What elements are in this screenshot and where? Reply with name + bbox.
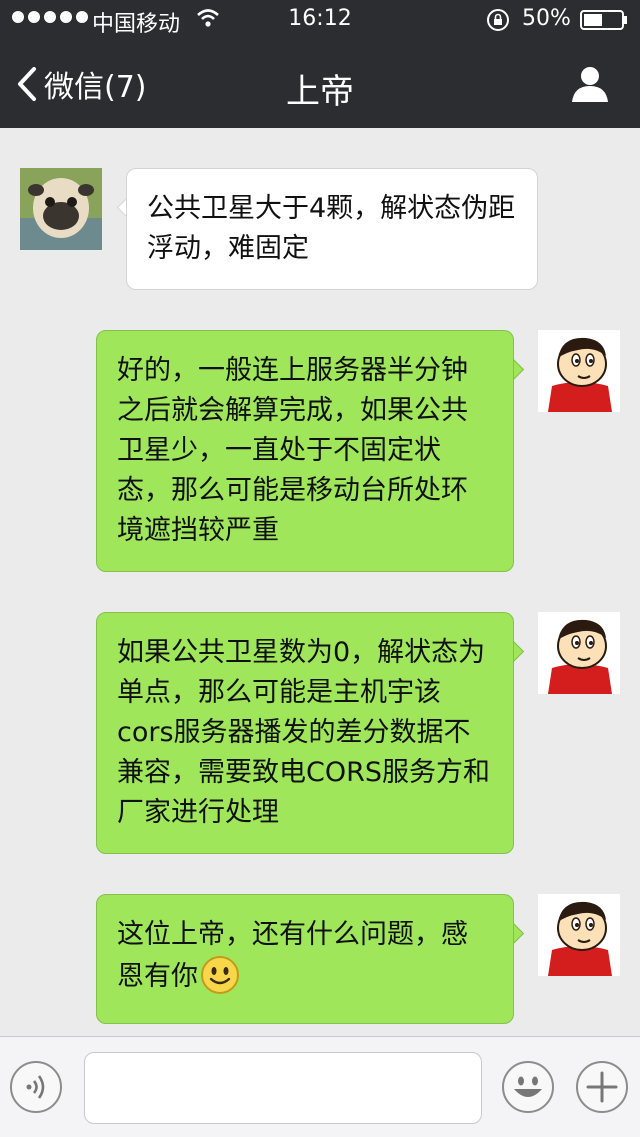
emoji-button[interactable] [502, 1061, 554, 1113]
more-button[interactable] [576, 1061, 628, 1113]
battery-icon [580, 10, 627, 30]
message-text: 这位上帝，还有什么问题，感恩有你 [117, 919, 468, 992]
plus-icon [586, 1071, 618, 1103]
my-avatar[interactable] [538, 330, 620, 412]
status-bar: 中国移动 16:12 50% [0, 0, 640, 40]
rotation-lock-icon [487, 9, 509, 31]
top-header: 中国移动 16:12 50% 微信(7) 上帝 [0, 0, 640, 128]
voice-button[interactable] [10, 1061, 62, 1113]
profile-icon[interactable] [570, 64, 610, 104]
my-avatar[interactable] [538, 612, 620, 694]
message-input[interactable] [84, 1052, 482, 1124]
my-avatar[interactable] [538, 894, 620, 976]
message-bubble-outgoing[interactable]: 好的，一般连上服务器半分钟之后就会解算完成，如果公共卫星少，一直处于不固定状态，… [96, 330, 514, 572]
emoji-icon [514, 1076, 542, 1097]
input-bar [0, 1036, 640, 1137]
smile-emoji-icon [201, 956, 239, 994]
message-bubble-outgoing[interactable]: 这位上帝，还有什么问题，感恩有你 [96, 894, 514, 1024]
nav-bar: 微信(7) 上帝 [0, 40, 640, 128]
voice-icon [26, 1075, 45, 1099]
message-bubble-outgoing[interactable]: 如果公共卫星数为0，解状态为单点，那么可能是主机宇该cors服务器播发的差分数据… [96, 612, 514, 854]
chat-title: 上帝 [286, 72, 354, 112]
battery-percentage: 50% [522, 6, 571, 31]
contact-avatar[interactable] [20, 168, 102, 250]
message-bubble-incoming[interactable]: 公共卫星大于4颗，解状态伪距浮动，难固定 [126, 168, 538, 290]
